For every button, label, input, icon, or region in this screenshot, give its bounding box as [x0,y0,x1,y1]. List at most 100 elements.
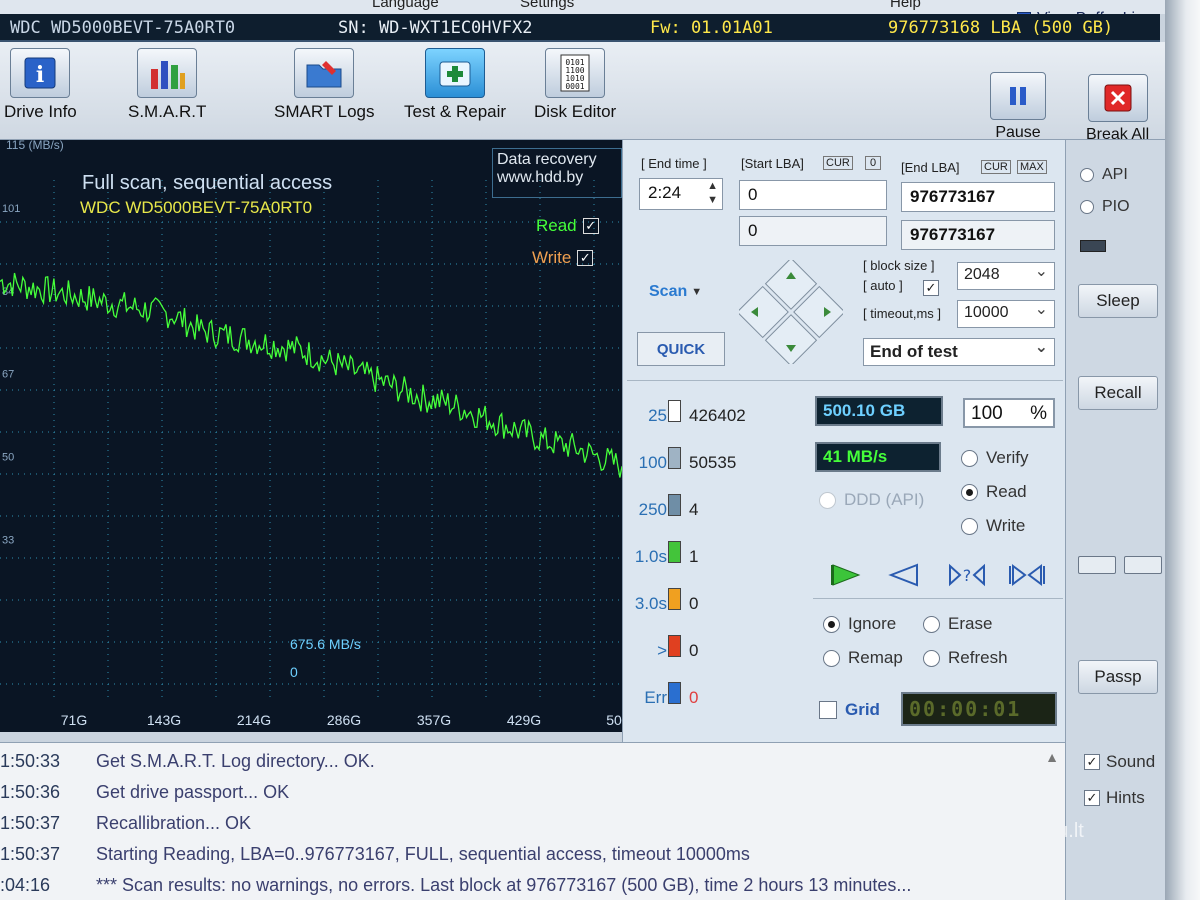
bucket-count: 426402 [689,406,746,425]
log-time: 1:50:37 [0,844,61,864]
break-all-button[interactable]: Break All [1086,74,1149,144]
latency-bucket: 100 50535 [623,445,773,481]
test-controls: [ End time ] 2:24 ▲ ▼ [Start LBA] CUR 0 [… [622,140,1065,742]
radio-icon [1080,200,1094,214]
mode-read[interactable]: Read [961,482,1027,502]
small-button-right[interactable] [1124,556,1162,574]
dropdown-arrow-icon: ▼ [691,286,703,298]
sound-toggle[interactable]: ✓ Sound [1084,752,1155,772]
divider [627,380,1063,381]
scroll-up-icon[interactable]: ▲ [1045,749,1059,765]
latency-bucket: 250 4 [623,492,773,528]
sleep-button[interactable]: Sleep [1078,284,1158,318]
divider [813,598,1063,599]
end-lba-field[interactable]: 976773167 [901,182,1055,212]
repair-remap[interactable]: Remap [823,648,903,668]
butterfly-icon[interactable] [1007,562,1047,588]
start-lba-field[interactable]: 0 [739,180,887,210]
pause-button[interactable]: Pause [990,72,1046,142]
end-time-label: [ End time ] [641,156,707,171]
small-button-left[interactable] [1078,556,1116,574]
quick-button[interactable]: QUICK [637,332,725,366]
graph-title: Full scan, sequential access [82,172,333,194]
end-action-select[interactable]: End of test [863,337,1055,366]
bucket-count: 4 [689,500,699,519]
read-legend-toggle[interactable]: Read ✓ [536,216,599,236]
reverse-icon[interactable] [887,562,921,588]
svg-text:0001: 0001 [565,82,584,91]
repair-erase[interactable]: Erase [923,614,992,634]
watermark-box: Data recovery www.hdd.by [492,148,622,198]
y-tick-label: 101 [2,203,20,215]
radio-icon [823,649,840,667]
start-lba-readout: 0 [739,216,887,246]
navigation-pad[interactable] [739,260,843,364]
start-cur-button[interactable]: CUR [823,156,853,170]
grid-toggle[interactable]: Grid [819,700,880,720]
menu-help[interactable]: Help [890,0,921,11]
drive-firmware: Fw: 01.01A01 [650,18,773,38]
percent-sign: % [1030,403,1047,424]
radio-icon [961,483,978,501]
api-option[interactable]: API [1080,166,1128,184]
auto-checkbox[interactable]: ✓ [923,280,939,296]
drive-info-button[interactable]: i Drive Info [4,48,77,122]
timeout-label: [ timeout,ms ] [863,306,942,321]
repair-ignore[interactable]: Ignore [823,614,896,634]
scan-dropdown[interactable]: Scan ▼ [639,270,725,314]
mode-verify[interactable]: Verify [961,448,1029,468]
speed-readout: 41 MB/s [815,442,941,472]
end-time-field[interactable]: 2:24 ▲ ▼ [639,178,723,210]
end-time-value: 2:24 [648,183,682,202]
random-icon[interactable]: ? [947,562,987,588]
start-lba-label: [Start LBA] [741,156,804,171]
log-time: 1:50:36 [0,782,61,802]
play-icon[interactable] [829,562,863,588]
test-repair-button[interactable]: Test & Repair [404,48,506,122]
radio-icon [1080,168,1094,182]
bucket-swatch [668,588,681,610]
disk-editor-button[interactable]: 0101 1100 1010 0001 Disk Editor [534,48,616,122]
pio-option[interactable]: PIO [1080,198,1130,216]
pause-icon [990,72,1046,120]
x-tick-label: 214G [237,712,271,728]
repair-refresh[interactable]: Refresh [923,648,1008,668]
event-log[interactable]: 1:50:33 Get S.M.A.R.T. Log directory... O… [0,742,1065,900]
block-size-select[interactable]: 2048 [957,261,1055,290]
status-led [1080,240,1106,252]
end-max-button[interactable]: MAX [1017,160,1047,174]
bucket-count: 50535 [689,453,737,472]
bucket-label: 3.0s [634,594,667,613]
menu-language[interactable]: Language [372,0,439,11]
smart-logs-button[interactable]: SMART Logs [274,48,374,122]
mode-read-label: Read [986,482,1027,501]
toolbar: i Drive Info S.M.A.R.T SMART Logs Test &… [0,42,1165,143]
end-cur-button[interactable]: CUR [981,160,1011,174]
smart-button[interactable]: S.M.A.R.T [128,48,206,122]
ddd-api-label: DDD (API) [844,490,925,509]
radio-icon [961,449,978,467]
svg-text:i: i [36,62,44,88]
write-legend-toggle[interactable]: Write ✓ [532,248,594,268]
radio-icon [923,615,940,633]
radio-icon [961,517,978,535]
start-zero-button[interactable]: 0 [865,156,882,170]
latency-bucket: 25 426402 [623,398,773,434]
x-tick-label: 429G [507,712,541,728]
log-time: 1:50:37 [0,813,61,833]
spinner-icon[interactable]: ▲ ▼ [707,179,718,207]
graph-subtitle: WDC WD5000BEVT-75A0RT0 [80,198,313,217]
menu-settings[interactable]: Settings [520,0,574,11]
checkbox-icon: ✓ [1084,754,1100,770]
medkit-icon [425,48,486,98]
passport-button[interactable]: Passp [1078,660,1158,694]
capacity-readout: 500.10 GB [815,396,943,426]
hints-toggle[interactable]: ✓ Hints [1084,788,1145,808]
x-tick-label: 50 [606,712,622,728]
timeout-select[interactable]: 10000 [957,299,1055,328]
log-time: :04:16 [0,875,51,895]
recall-button[interactable]: Recall [1078,376,1158,410]
ddd-api-option[interactable]: DDD (API) [819,490,924,510]
progress-readout: 100 % [963,398,1055,428]
mode-write[interactable]: Write [961,516,1025,536]
